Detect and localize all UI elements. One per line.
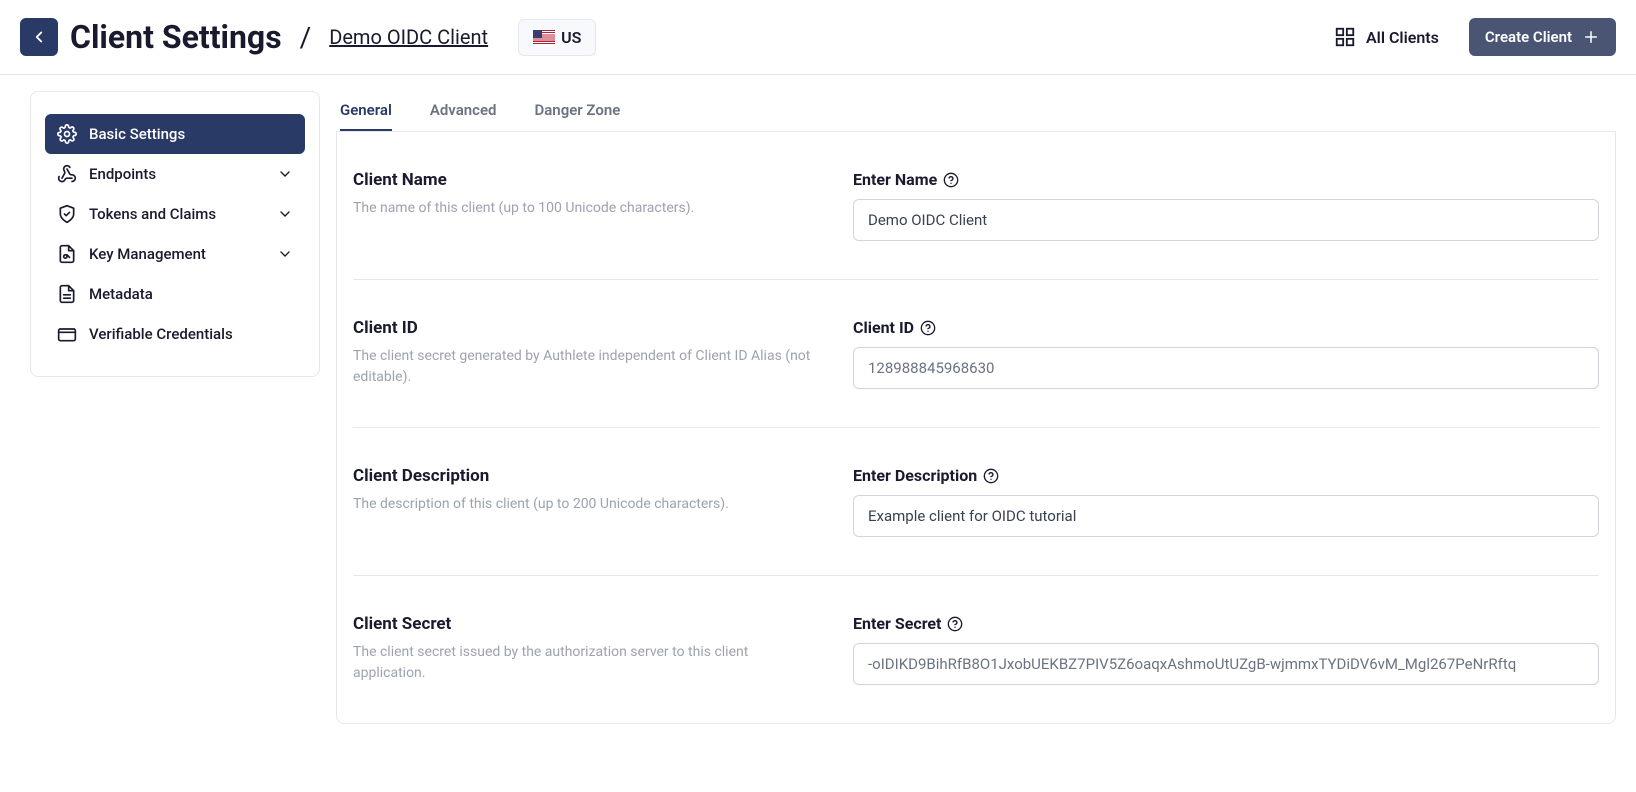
file-text-icon xyxy=(57,284,77,304)
body: Basic Settings Endpoints Tokens and Clai… xyxy=(0,75,1636,764)
tab-danger-zone[interactable]: Danger Zone xyxy=(534,91,620,131)
chevron-down-icon xyxy=(277,246,293,262)
field-label: Client ID xyxy=(853,318,1599,337)
region-code: US xyxy=(561,28,581,47)
create-client-label: Create Client xyxy=(1485,28,1572,46)
field-label: Enter Description xyxy=(853,466,1599,485)
form-panel: Client Name The name of this client (up … xyxy=(336,132,1616,724)
help-icon[interactable] xyxy=(983,468,999,484)
form-title: Client Secret xyxy=(353,614,813,634)
help-icon[interactable] xyxy=(943,172,959,188)
all-clients-label: All Clients xyxy=(1366,28,1439,47)
main-content: General Advanced Danger Zone Client Name… xyxy=(336,91,1616,724)
form-desc: The name of this client (up to 100 Unico… xyxy=(353,198,813,219)
sidebar-item-tokens-and-claims[interactable]: Tokens and Claims xyxy=(45,194,305,234)
client-name-input[interactable] xyxy=(853,199,1599,241)
sidebar-item-label: Tokens and Claims xyxy=(89,205,216,223)
grid-icon xyxy=(1334,26,1356,48)
client-name-link[interactable]: Demo OIDC Client xyxy=(329,25,488,49)
chevron-down-icon xyxy=(277,206,293,222)
form-desc: The description of this client (up to 20… xyxy=(353,494,813,515)
chevron-left-icon xyxy=(30,28,48,46)
tab-general[interactable]: General xyxy=(340,91,392,131)
form-row-client-id: Client ID The client secret generated by… xyxy=(353,280,1599,428)
form-title: Client Name xyxy=(353,170,813,190)
create-client-button[interactable]: Create Client xyxy=(1469,18,1616,56)
field-label: Enter Secret xyxy=(853,614,1599,633)
tabs: General Advanced Danger Zone xyxy=(336,91,1616,132)
form-title: Client Description xyxy=(353,466,813,486)
sidebar-item-key-management[interactable]: Key Management xyxy=(45,234,305,274)
form-row-client-name: Client Name The name of this client (up … xyxy=(353,132,1599,280)
webhook-icon xyxy=(57,164,77,184)
sidebar-item-metadata[interactable]: Metadata xyxy=(45,274,305,314)
header-right: All Clients Create Client xyxy=(1334,18,1616,56)
key-file-icon xyxy=(57,244,77,264)
form-title: Client ID xyxy=(353,318,813,338)
region-badge[interactable]: US xyxy=(518,19,596,56)
form-desc: The client secret issued by the authoriz… xyxy=(353,642,813,684)
back-button[interactable] xyxy=(20,18,58,56)
page-title: Client Settings xyxy=(70,18,282,56)
tab-advanced[interactable]: Advanced xyxy=(430,91,497,131)
sidebar-item-label: Verifiable Credentials xyxy=(89,325,233,343)
sidebar-item-basic-settings[interactable]: Basic Settings xyxy=(45,114,305,154)
form-row-client-secret: Client Secret The client secret issued b… xyxy=(353,576,1599,723)
wallet-icon xyxy=(57,324,77,344)
sidebar-item-verifiable-credentials[interactable]: Verifiable Credentials xyxy=(45,314,305,354)
chevron-down-icon xyxy=(277,166,293,182)
sidebar: Basic Settings Endpoints Tokens and Clai… xyxy=(30,91,320,377)
all-clients-link[interactable]: All Clients xyxy=(1334,26,1439,48)
sidebar-item-label: Endpoints xyxy=(89,165,156,183)
sidebar-item-label: Basic Settings xyxy=(89,125,185,143)
us-flag-icon xyxy=(533,30,555,44)
header-left: Client Settings / Demo OIDC Client US xyxy=(20,18,596,56)
form-row-client-description: Client Description The description of th… xyxy=(353,428,1599,576)
field-label: Enter Name xyxy=(853,170,1599,189)
plus-icon xyxy=(1582,28,1600,46)
page-header: Client Settings / Demo OIDC Client US Al… xyxy=(0,0,1636,75)
shield-check-icon xyxy=(57,204,77,224)
help-icon[interactable] xyxy=(920,320,936,336)
breadcrumb-separator: / xyxy=(300,21,312,54)
gear-icon xyxy=(57,124,77,144)
sidebar-item-label: Key Management xyxy=(89,245,206,263)
sidebar-item-label: Metadata xyxy=(89,285,153,303)
form-desc: The client secret generated by Authlete … xyxy=(353,346,813,388)
client-description-input[interactable] xyxy=(853,495,1599,537)
sidebar-item-endpoints[interactable]: Endpoints xyxy=(45,154,305,194)
client-secret-input xyxy=(853,643,1599,685)
help-icon[interactable] xyxy=(947,616,963,632)
client-id-input xyxy=(853,347,1599,389)
